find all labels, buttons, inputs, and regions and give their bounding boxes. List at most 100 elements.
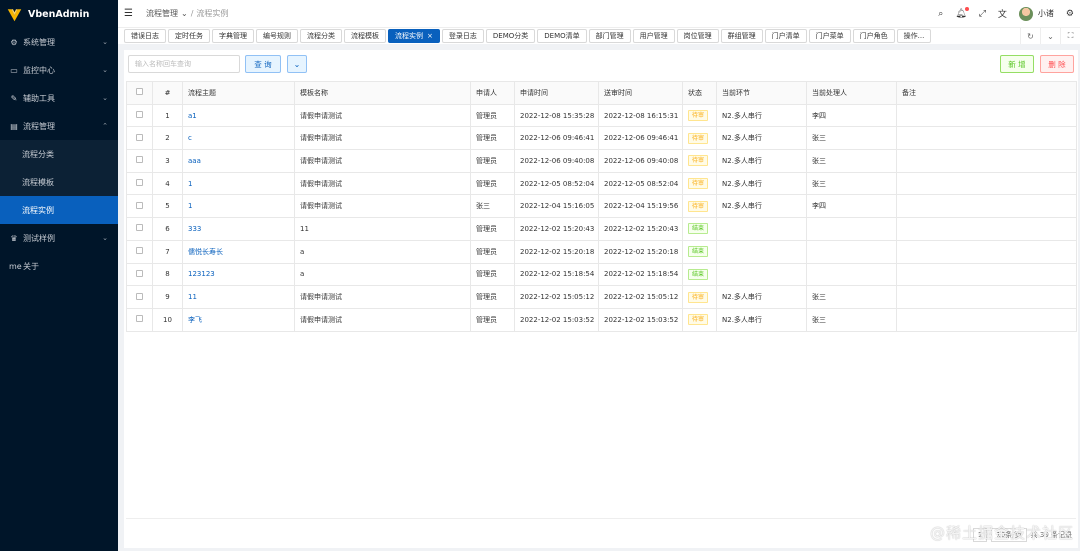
table-row[interactable]: 3 aaa 请假申请测试 管理员 2022-12-06 09:40:08 2022-12-…: [126, 149, 1077, 173]
subject-link[interactable]: c: [188, 134, 192, 142]
column-header[interactable]: 模板名称: [294, 81, 471, 105]
row-checkbox[interactable]: [126, 262, 153, 287]
breadcrumb-item-flow[interactable]: 流程管理: [146, 8, 178, 19]
menu-fold-icon[interactable]: ☰: [124, 8, 136, 19]
close-icon[interactable]: ×: [427, 32, 433, 40]
tab-16[interactable]: 门户角色: [852, 29, 895, 43]
column-header[interactable]: 申请时间: [514, 81, 599, 105]
table-row[interactable]: 2 c 请假申请测试 管理员 2022-12-06 09:46:41 2022-12-06…: [126, 126, 1077, 151]
user-dropdown[interactable]: 小诸: [1018, 6, 1054, 21]
table-cell[interactable]: c: [182, 126, 295, 151]
row-checkbox[interactable]: [126, 217, 153, 241]
chevron-down-icon[interactable]: ⌄: [1040, 28, 1060, 44]
expand-filter-button[interactable]: ⌄: [287, 55, 307, 73]
table-cell[interactable]: 333: [182, 217, 295, 241]
sidebar-subitem-2[interactable]: 流程实例: [0, 196, 118, 224]
column-header[interactable]: 状态: [682, 81, 717, 105]
column-header[interactable]: 当前环节: [716, 81, 807, 105]
column-header[interactable]: 送审时间: [598, 81, 683, 105]
table-cell[interactable]: 1: [182, 194, 295, 219]
settings-gear-icon[interactable]: ⚙: [1066, 9, 1074, 19]
subject-link[interactable]: 333: [188, 225, 201, 233]
sidebar-item-0[interactable]: ♛ 测试样例 ⌄: [0, 224, 118, 252]
table-row[interactable]: 7 儒悦长寿长 a 管理员 2022-12-02 15:20:18 2022-12-02 …: [126, 239, 1077, 264]
chevron-down-icon[interactable]: ⌄: [181, 9, 188, 18]
table-cell[interactable]: 123123: [182, 262, 295, 287]
table-cell[interactable]: 1: [182, 171, 295, 196]
subject-link[interactable]: 11: [188, 293, 197, 301]
notification-bell-icon[interactable]: 🔔︎: [955, 6, 969, 19]
table-row[interactable]: 9 11 请假申请测试 管理员 2022-12-02 15:05:12 2022-12-0…: [126, 285, 1077, 309]
table-cell[interactable]: aaa: [182, 149, 295, 173]
app-logo[interactable]: VbenAdmin: [0, 0, 118, 28]
sidebar-item-0[interactable]: ⚙ 系统管理 ⌄: [0, 28, 118, 56]
row-checkbox[interactable]: [126, 126, 153, 151]
table-cell: 李四: [806, 194, 897, 219]
fold-fullscreen-icon[interactable]: ⛶: [1060, 28, 1080, 44]
tab-8[interactable]: DEMO分类: [485, 29, 536, 43]
search-input[interactable]: 输入名称回车查询: [128, 55, 240, 73]
table-cell[interactable]: 11: [182, 285, 295, 309]
column-header[interactable]: 备注: [896, 81, 1077, 105]
subject-link[interactable]: aaa: [188, 157, 201, 165]
tab-2[interactable]: 字典管理: [212, 29, 254, 43]
tab-7[interactable]: 登录日志: [441, 29, 484, 43]
table-row[interactable]: 6 333 11 管理员 2022-12-02 15:20:43 2022-12-02 1…: [126, 217, 1077, 241]
table-row[interactable]: 8 123123 a 管理员 2022-12-02 15:18:54 2022-12-02…: [126, 262, 1077, 287]
tab-3[interactable]: 编号规则: [256, 29, 298, 43]
fullscreen-icon[interactable]: ⤢: [979, 9, 986, 19]
subject-link[interactable]: a1: [188, 112, 197, 120]
tab-9[interactable]: DEMO清单: [537, 29, 587, 43]
tab-12[interactable]: 岗位管理: [676, 29, 719, 43]
subject-link[interactable]: 1: [188, 202, 192, 210]
tab-6[interactable]: 流程实例 ×: [388, 29, 440, 43]
column-header[interactable]: #: [152, 81, 183, 105]
tab-0[interactable]: 错误日志: [124, 29, 166, 43]
sidebar-item-1[interactable]: ▭ 监控中心 ⌄: [0, 56, 118, 84]
table-cell[interactable]: 儒悦长寿长: [182, 239, 295, 264]
sidebar-item-2[interactable]: ✎ 辅助工具 ⌄: [0, 84, 118, 112]
sidebar-item-1[interactable]: me 关于: [0, 252, 118, 280]
tab-15[interactable]: 门户菜单: [808, 29, 851, 43]
table-row[interactable]: 5 1 请假申请测试 张三 2022-12-04 15:16:05 2022-12-04 …: [126, 194, 1077, 219]
tab-11[interactable]: 用户管理: [632, 29, 675, 43]
language-icon[interactable]: 文: [998, 7, 1007, 20]
delete-button[interactable]: 删 除: [1040, 55, 1074, 73]
add-button[interactable]: 新 增: [1000, 55, 1034, 73]
sidebar-subitem-1[interactable]: 流程模板: [0, 168, 118, 196]
table-row[interactable]: 4 1 请假申请测试 管理员 2022-12-05 08:52:04 2022-12-05…: [126, 171, 1077, 196]
table-row[interactable]: 10 李飞 请假申请测试 管理员 2022-12-02 15:03:52 2022-12-…: [126, 307, 1077, 332]
tab-5[interactable]: 流程模板: [344, 29, 386, 43]
row-checkbox[interactable]: [126, 307, 153, 332]
table-cell[interactable]: 李飞: [182, 307, 295, 332]
chevron-icon: ⌄: [102, 234, 108, 242]
row-checkbox[interactable]: [126, 239, 153, 264]
subject-link[interactable]: 儒悦长寿长: [188, 248, 223, 256]
row-checkbox[interactable]: [126, 285, 153, 309]
refresh-icon[interactable]: ↻: [1020, 28, 1040, 44]
tab-10[interactable]: 部门管理: [588, 29, 631, 43]
sidebar-subitem-0[interactable]: 流程分类: [0, 140, 118, 168]
subject-link[interactable]: 123123: [188, 270, 215, 278]
column-header[interactable]: 流程主题: [182, 81, 295, 105]
search-icon[interactable]: ⌕: [938, 9, 943, 19]
tab-13[interactable]: 群组管理: [720, 29, 763, 43]
select-all-checkbox[interactable]: [126, 81, 153, 105]
tab-4[interactable]: 流程分类: [300, 29, 342, 43]
subject-link[interactable]: 李飞: [188, 316, 202, 324]
tab-17[interactable]: 操作...: [896, 29, 932, 43]
table-row[interactable]: 1 a1 请假申请测试 管理员 2022-12-08 15:35:28 2022-12-0…: [126, 103, 1077, 128]
column-header[interactable]: 当前处理人: [806, 81, 897, 105]
sidebar-item-3[interactable]: ▤ 流程管理 ⌃: [0, 112, 118, 140]
tab-1[interactable]: 定时任务: [168, 29, 210, 43]
table-cell[interactable]: a1: [182, 103, 295, 128]
sidebar: VbenAdmin ⚙ 系统管理 ⌄ ▭ 监控中心 ⌄ ✎ 辅助工具 ⌄ ▤ 流程管理 ⌃ 流程分类流…: [0, 0, 118, 551]
row-checkbox[interactable]: [126, 171, 153, 196]
query-button[interactable]: 查 询: [245, 55, 281, 73]
column-header[interactable]: 申请人: [470, 81, 515, 105]
tab-14[interactable]: 门户清单: [764, 29, 807, 43]
subject-link[interactable]: 1: [188, 180, 192, 188]
row-checkbox[interactable]: [126, 103, 153, 128]
row-checkbox[interactable]: [126, 194, 153, 219]
row-checkbox[interactable]: [126, 149, 153, 173]
